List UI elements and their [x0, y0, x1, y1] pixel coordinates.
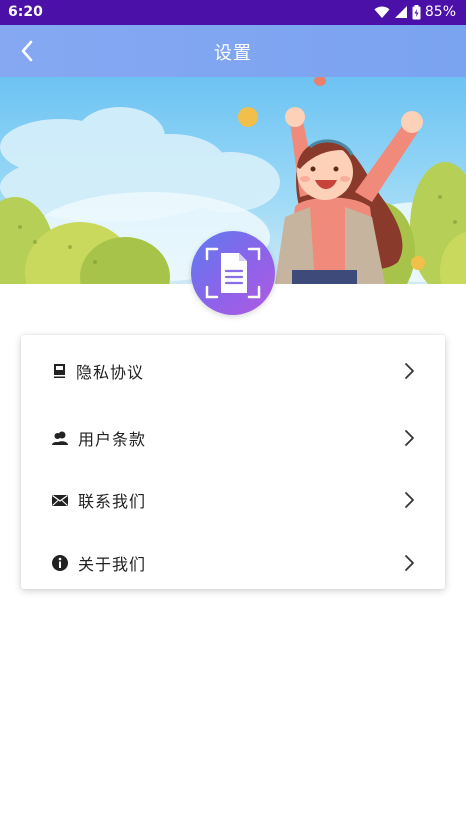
info-icon [52, 555, 68, 571]
wifi-icon [374, 6, 390, 18]
page-title: 设置 [214, 43, 252, 64]
menu-item-about[interactable]: 关于我们 [21, 537, 445, 589]
battery-percent: 85% [424, 4, 456, 20]
chevron-right-icon [405, 430, 414, 446]
document-badge [191, 231, 275, 315]
chevron-right-icon [405, 492, 414, 508]
status-time: 6:20 [8, 4, 43, 20]
chevron-right-icon [405, 555, 414, 571]
menu-item-label: 关于我们 [78, 555, 147, 574]
book-icon [54, 364, 65, 378]
chevron-right-icon [405, 363, 414, 379]
menu-item-privacy[interactable]: 隐私协议 [21, 345, 445, 397]
status-icons: 85% [374, 4, 456, 20]
battery-icon [412, 4, 421, 19]
users-icon [52, 431, 68, 445]
menu-item-contact[interactable]: 联系我们 [21, 474, 445, 526]
signal-icon [394, 6, 407, 18]
menu-item-label: 用户条款 [78, 430, 147, 449]
menu-item-label: 联系我们 [78, 492, 147, 511]
title-bar: 设置 [0, 25, 466, 77]
menu-item-user-terms[interactable]: 用户条款 [21, 412, 445, 464]
status-bar: 6:20 85% [0, 0, 466, 25]
envelope-icon [52, 494, 68, 506]
menu-item-label: 隐私协议 [76, 363, 145, 382]
settings-menu: 隐私协议 用户条款 联系我们 关于我们 [21, 335, 445, 589]
document-scan-icon [205, 247, 261, 299]
